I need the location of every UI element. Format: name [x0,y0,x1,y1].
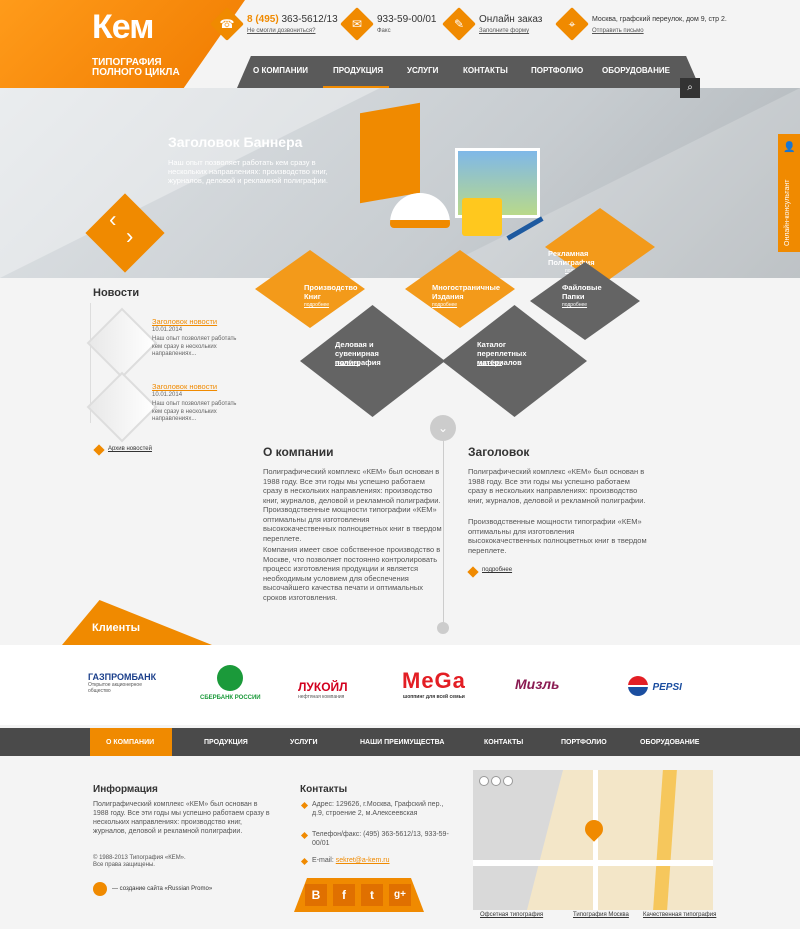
product-more-link[interactable]: подробнее [304,302,329,308]
about-text-2: Компания имеет свое собственное производ… [263,545,441,602]
news-item-text: Наш опыт позволяет работать кем сразу в … [152,336,237,357]
news-item-date: 10.01.2014 [152,327,183,333]
online-consultant-tab[interactable]: 👤 Онлайн-консультант [778,134,800,252]
news-image[interactable] [86,371,158,443]
about-title: О компании [263,445,334,459]
heading2-title: Заголовок [468,445,530,459]
mug-illustration [462,198,502,236]
order-form-link[interactable]: Заполните форму [479,28,529,34]
footer-nav-services[interactable]: Услуги [290,739,318,746]
product-title: Производство Книг [304,283,358,301]
footer-email: E-mail: sekret@a-kem.ru [312,857,390,864]
heading2-more-link[interactable]: подробнее [482,567,512,573]
footer-info-text: Полиграфический комплекс «КЕМ» был основ… [93,801,270,835]
credit-link[interactable]: — создание сайта «Russian Promo» [112,886,212,892]
footer-link-offset[interactable]: Офсетная типография [480,912,543,918]
map-toolbar [479,776,529,786]
footer-info-title: Информация [93,784,158,795]
cap-illustration [390,193,450,228]
footer-contacts-title: Контакты [300,784,348,795]
footer-copyright: © 1988-2013 Типография «КЕМ». Все права з… [93,855,186,868]
googleplus-icon[interactable]: g+ [389,884,411,906]
email-link[interactable]: sekret@a-kem.ru [336,857,390,864]
column-divider [443,425,444,625]
banner-text: Наш опыт позволяет работать кем сразу в … [168,158,328,185]
product-title: Рекламная Полиграфия [548,249,595,267]
scroll-end-icon [437,622,449,634]
news-archive-link[interactable]: Архив новостей [108,446,152,452]
heading2-text-2: Производственные мощности типографии «КЕ… [468,517,647,555]
footer-link-moscow[interactable]: Типография Москва [573,912,629,918]
folder-illustration [360,102,420,204]
clients-title: Клиенты [92,622,141,634]
map-ruler-icon[interactable] [503,776,513,786]
arrow-right-icon[interactable]: › [126,223,133,249]
footer-link-quality[interactable]: Качественная типография [643,912,716,918]
russian-promo-icon [93,882,107,896]
map-marker-icon [581,816,607,842]
location-icon: ⌖ [555,7,589,41]
client-logo-sberbank[interactable]: СБЕРБАНК РОССИИ [200,665,261,701]
sberbank-icon [217,665,243,691]
callback-link[interactable]: Не смогли дозвониться? [247,28,315,34]
product-more-link[interactable]: подробнее [562,302,587,308]
logo[interactable]: Кем Типография полного цикла [0,0,245,88]
arrow-left-icon[interactable]: ‹ [109,206,116,232]
user-icon: 👤 [783,142,796,153]
news-item-text: Наш опыт позволяет работать кем сразу в … [152,401,237,422]
search-button[interactable]: ⌕ [680,78,700,98]
footer-nav-portfolio[interactable]: Портфолио [561,739,607,746]
product-title: Многостраничные Издания [432,283,501,301]
map-hand-icon[interactable] [491,776,501,786]
fax-icon: ✉ [340,7,374,41]
footer-nav-contacts[interactable]: Контакты [484,739,523,746]
product-title: Файловые Папки [562,283,602,301]
client-logo-mega[interactable]: MeGa шоппинг для всей семьи [402,668,466,700]
logo-subtitle: Типография полного цикла [92,57,180,78]
send-letter-link[interactable]: Отправить письмо [592,28,644,34]
more-arrow-icon [467,566,479,578]
heading2-text-1: Полиграфический комплекс «КЕМ» был основ… [468,467,646,505]
about-text-1: Полиграфический комплекс «КЕМ» был основ… [263,467,442,543]
footer-address: Адрес: 129626, г.Москва, Графский пер., … [312,801,444,817]
nav-equipment[interactable]: Оборудование [602,66,670,75]
product-more-link[interactable]: подробнее [432,302,457,308]
client-logo-mizl[interactable]: Мизль [515,676,559,692]
client-logo-pepsi[interactable]: PEPSI [628,676,682,696]
order-icon: ✎ [442,7,476,41]
logo-mark: Кем [92,8,154,46]
archive-icon [93,444,105,456]
pepsi-icon [628,676,648,696]
client-logo-gazprombank[interactable]: ГАЗПРОМБАНК Открытое акционерное обществ… [88,672,158,694]
product-more-link[interactable]: подробнее [477,360,502,366]
nav-products[interactable]: Продукция [333,66,383,75]
facebook-icon[interactable]: f [333,884,355,906]
news-title: Новости [93,287,140,299]
nav-portfolio[interactable]: Портфолио [531,66,583,75]
location-map[interactable] [473,770,713,910]
vk-icon[interactable]: B [305,884,327,906]
footer-phone: Телефон/факс: (495) 363-5612/13, 933-59-… [312,831,449,847]
search-icon: ⌕ [687,82,693,93]
phone-icon: ☎ [210,7,244,41]
news-item-title[interactable]: Заголовок новости [152,317,217,326]
banner-title: Заголовок Баннера [168,134,303,150]
scroll-down-icon[interactable]: ⌄ [430,415,456,441]
news-item-title[interactable]: Заголовок новости [152,382,217,391]
nav-services[interactable]: Услуги [407,66,438,75]
client-logo-lukoil[interactable]: ЛУКОЙЛ нефтяная компания [298,680,348,700]
twitter-icon[interactable]: t [361,884,383,906]
footer-nav-products[interactable]: Продукция [204,739,248,746]
footer-nav-about[interactable]: О компании [106,739,154,746]
news-item-date: 10.01.2014 [152,392,183,398]
product-more-link[interactable]: подробнее [335,360,360,366]
nav-contacts[interactable]: Контакты [463,66,508,75]
footer-nav-equipment[interactable]: Оборудование [640,739,699,746]
nav-about[interactable]: О компании [253,66,308,75]
footer-nav-advantages[interactable]: Наши преимущества [360,739,444,746]
news-image[interactable] [86,307,158,379]
map-zoom-icon[interactable] [479,776,489,786]
